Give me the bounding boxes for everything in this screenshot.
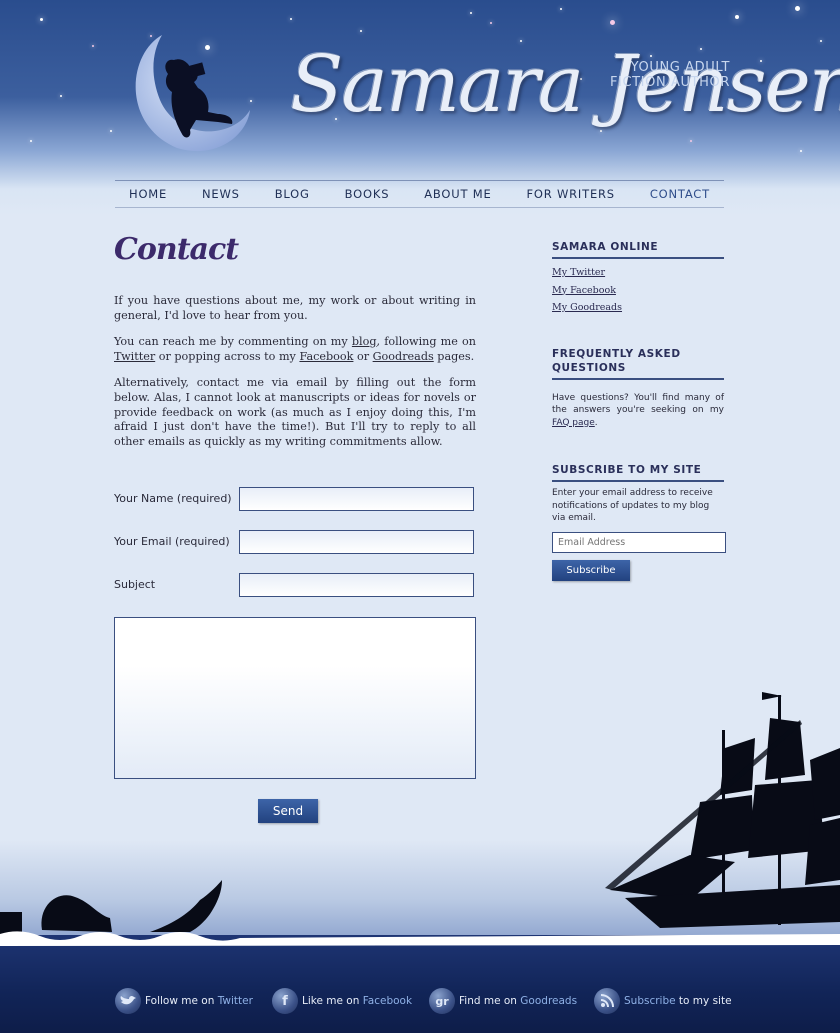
text-fragment: , following me on bbox=[376, 335, 476, 349]
text-fragment: Find me on bbox=[459, 995, 521, 1007]
star bbox=[600, 130, 602, 132]
text-fragment: to my site bbox=[675, 995, 732, 1007]
subject-row: Subject bbox=[114, 573, 476, 597]
nav-home[interactable]: HOME bbox=[129, 187, 167, 201]
email-label: Your Email (required) bbox=[114, 535, 230, 548]
text-fragment: Like me on bbox=[302, 995, 363, 1007]
sidebar-link-facebook[interactable]: My Facebook bbox=[552, 282, 724, 300]
moon-girl-logo-icon[interactable] bbox=[122, 30, 252, 152]
star bbox=[110, 130, 112, 132]
star bbox=[92, 45, 94, 47]
faq-heading-line: FREQUENTLY ASKED bbox=[552, 347, 681, 360]
text-fragment: Goodreads bbox=[520, 995, 578, 1007]
name-field[interactable] bbox=[239, 487, 474, 511]
goodreads-link[interactable]: Goodreads bbox=[373, 350, 434, 363]
text-fragment: pages. bbox=[433, 349, 475, 363]
faq-text: Have questions? You'll find many of the … bbox=[552, 392, 724, 430]
nav-for-writers[interactable]: FOR WRITERS bbox=[526, 187, 614, 201]
subject-label: Subject bbox=[114, 578, 156, 591]
star bbox=[360, 30, 362, 32]
main-content: Contact If you have questions about me, … bbox=[114, 232, 476, 461]
sidebar: SAMARA ONLINE My Twitter My Facebook My … bbox=[552, 240, 726, 581]
footer-like-facebook[interactable]: f Like me on Facebook bbox=[272, 985, 412, 1017]
nav-contact[interactable]: CONTACT bbox=[650, 187, 710, 201]
star bbox=[40, 18, 43, 21]
facebook-icon: f bbox=[272, 988, 298, 1014]
subscribe-button[interactable]: Subscribe bbox=[552, 559, 630, 581]
samara-online-heading: SAMARA ONLINE bbox=[552, 240, 724, 259]
star bbox=[490, 22, 492, 24]
footer-bar: Follow me on Twitter f Like me on Facebo… bbox=[0, 985, 840, 1019]
text-fragment: Twitter bbox=[217, 995, 253, 1007]
email-field[interactable] bbox=[239, 530, 474, 554]
rss-icon bbox=[594, 988, 620, 1014]
sidebar-link-twitter[interactable]: My Twitter bbox=[552, 264, 724, 282]
nav-blog[interactable]: BLOG bbox=[275, 187, 310, 201]
text-fragment: or bbox=[353, 349, 373, 363]
text-fragment: Have questions? You'll find many of the … bbox=[552, 392, 724, 416]
star bbox=[610, 20, 615, 25]
blog-link[interactable]: blog bbox=[352, 335, 377, 348]
mermaid-silhouette-icon bbox=[0, 880, 222, 934]
nav-about-me[interactable]: ABOUT ME bbox=[424, 187, 491, 201]
star bbox=[690, 140, 692, 142]
text-fragment: Subscribe bbox=[624, 995, 676, 1007]
ocean-scene bbox=[0, 692, 840, 946]
text-fragment: Follow me on bbox=[145, 995, 218, 1007]
wave-crest bbox=[0, 931, 840, 946]
twitter-link[interactable]: Twitter bbox=[114, 350, 155, 363]
name-row: Your Name (required) bbox=[114, 487, 476, 511]
faq-heading: FREQUENTLY ASKED QUESTIONS bbox=[552, 347, 724, 380]
star bbox=[290, 18, 292, 20]
tagline-line: YOUNG ADULT bbox=[630, 60, 730, 75]
tagline-line: FICTION AUTHOR bbox=[609, 75, 730, 90]
twitter-bird-icon bbox=[115, 988, 141, 1014]
nav-news[interactable]: NEWS bbox=[202, 187, 240, 201]
site-logo-name[interactable]: Samara Jensen bbox=[290, 40, 840, 130]
star bbox=[30, 140, 32, 142]
subscribe-email-input[interactable] bbox=[552, 531, 726, 553]
faq-page-link[interactable]: FAQ page bbox=[552, 418, 595, 428]
footer-text: Subscribe to my site bbox=[624, 995, 732, 1007]
star bbox=[735, 15, 739, 19]
faq-heading-line: QUESTIONS bbox=[552, 361, 626, 374]
footer-text: Follow me on Twitter bbox=[145, 995, 253, 1007]
text-fragment: You can reach me by commenting on my bbox=[114, 335, 352, 349]
footer-text: Like me on Facebook bbox=[302, 995, 412, 1007]
subject-field[interactable] bbox=[239, 573, 474, 597]
star bbox=[60, 95, 62, 97]
footer-follow-twitter[interactable]: Follow me on Twitter bbox=[115, 985, 253, 1017]
page-title: Contact bbox=[114, 232, 239, 267]
subscribe-text: Enter your email address to receive noti… bbox=[552, 488, 713, 523]
footer-find-goodreads[interactable]: gr Find me on Goodreads bbox=[429, 985, 577, 1017]
site-tagline: YOUNG ADULT FICTION AUTHOR bbox=[610, 60, 730, 90]
star bbox=[470, 12, 472, 14]
nav-books[interactable]: BOOKS bbox=[345, 187, 390, 201]
sidebar-link-goodreads[interactable]: My Goodreads bbox=[552, 299, 724, 317]
star bbox=[795, 6, 800, 11]
star bbox=[800, 150, 802, 152]
footer-subscribe[interactable]: Subscribe to my site bbox=[594, 985, 732, 1017]
text-fragment: . bbox=[594, 417, 598, 428]
email-paragraph: Alternatively, contact me via email by f… bbox=[114, 376, 476, 448]
intro-paragraph: If you have questions about me, my work … bbox=[114, 294, 476, 322]
star bbox=[560, 8, 562, 10]
name-label: Your Name (required) bbox=[114, 492, 232, 505]
reach-paragraph: You can reach me by commenting on my blo… bbox=[114, 335, 476, 364]
footer-text: Find me on Goodreads bbox=[459, 995, 577, 1007]
email-row: Your Email (required) bbox=[114, 530, 476, 554]
subscribe-heading: SUBSCRIBE TO MY SITE bbox=[552, 463, 724, 482]
text-fragment: or popping across to my bbox=[155, 349, 300, 363]
goodreads-icon: gr bbox=[429, 988, 455, 1014]
ship-silhouette-icon bbox=[605, 692, 840, 928]
text-fragment: Facebook bbox=[362, 995, 413, 1007]
main-nav: HOME NEWS BLOG BOOKS ABOUT ME FOR WRITER… bbox=[115, 180, 724, 208]
facebook-link[interactable]: Facebook bbox=[299, 350, 353, 363]
